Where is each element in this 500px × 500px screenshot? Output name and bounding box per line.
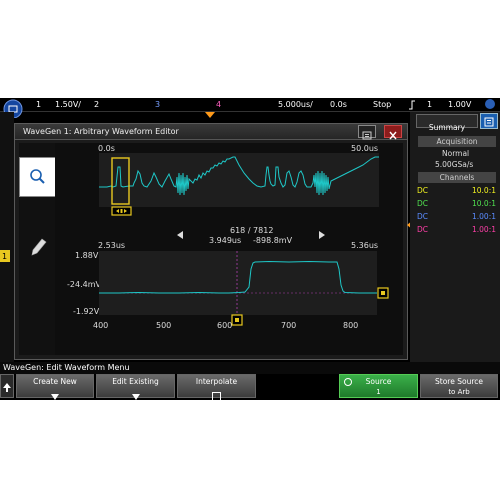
acquisition-mode: Normal: [442, 149, 470, 158]
interpolate-button[interactable]: Interpolate: [177, 374, 256, 400]
magnifier-icon: [30, 169, 45, 184]
source-button[interactable]: Source 1: [339, 374, 418, 398]
svg-text:1: 1: [2, 252, 7, 261]
detail-end-time: 5.36us: [351, 241, 379, 250]
detail-y-bottom: -1.92V: [73, 307, 100, 316]
trigger-level[interactable]: 1.00V: [448, 100, 471, 109]
pencil-icon: [31, 238, 47, 256]
overview-end-time: 50.0us: [351, 144, 379, 153]
down-arrow-icon: [131, 394, 140, 400]
ch4-probe: 1.00:1: [472, 225, 496, 234]
top-status-bar: 1 1.50V/ 2 3 4 5.000us/ 0.0s Stop 1 1.00…: [0, 98, 500, 118]
ch1-scale[interactable]: 1.50V/: [55, 100, 81, 109]
store-source-target: to Arb: [448, 388, 470, 396]
ch1-coupling: DC: [417, 186, 429, 195]
dialog-close-button[interactable]: [384, 125, 402, 140]
ch2-number[interactable]: 2: [94, 100, 99, 109]
menu-title-bar: WaveGen: Edit Waveform Menu: [0, 362, 500, 374]
x-tick-label: 800: [343, 321, 359, 330]
ch4-number[interactable]: 4: [216, 100, 221, 109]
timebase-scale[interactable]: 5.000us/: [278, 100, 313, 109]
time-delay[interactable]: 0.0s: [330, 100, 347, 109]
x-tick-label: 700: [281, 321, 297, 330]
close-icon: [389, 131, 397, 140]
network-icon: [485, 99, 495, 109]
left-strip: 1: [0, 112, 14, 362]
sample-rate: 5.00GSa/s: [435, 160, 474, 169]
create-new-button[interactable]: Create New: [16, 374, 94, 400]
menu-icon: [362, 131, 372, 140]
previous-point-arrow-icon[interactable]: [175, 230, 185, 240]
draw-tool-button[interactable]: [19, 225, 55, 265]
tool-panel: [19, 143, 56, 355]
overview-waveform[interactable]: [99, 153, 379, 207]
edit-existing-label: Edit Existing: [112, 377, 159, 386]
ch2-probe: 10.0:1: [472, 199, 496, 208]
summary-tab[interactable]: Summary: [416, 114, 478, 132]
detail-start-time: 2.53us: [98, 241, 126, 250]
store-source-label: Store Source: [435, 377, 483, 386]
ch1-probe: 10.0:1: [472, 186, 496, 195]
detail-y-mid: -24.4mV: [67, 280, 101, 289]
point-index: 618 / 7812: [230, 226, 274, 235]
menu-title: WaveGen: Edit Waveform Menu: [3, 363, 130, 372]
acquisition-header: Acquisition: [418, 136, 496, 147]
menu-back-button[interactable]: [0, 374, 14, 398]
x-tick-label: 600: [217, 321, 233, 330]
run-state: Stop: [373, 100, 392, 109]
edit-existing-button[interactable]: Edit Existing: [96, 374, 175, 400]
ch4-coupling: DC: [417, 225, 429, 234]
channels-header: Channels: [418, 172, 496, 183]
cursor-time: 3.949us: [209, 236, 242, 245]
dialog-title-bar: WaveGen 1: Arbitrary Waveform Editor: [15, 124, 407, 140]
arbitrary-waveform-editor-dialog: WaveGen 1: Arbitrary Waveform Editor 0.0…: [14, 123, 408, 360]
ch2-coupling: DC: [417, 199, 429, 208]
trigger-position-marker-icon: [205, 112, 215, 118]
ground-marker-icon: 1: [0, 250, 10, 262]
list-icon: [484, 117, 494, 127]
trigger-source: 1: [427, 100, 433, 109]
cursor-voltage: -898.8mV: [253, 236, 293, 245]
up-arrow-icon: [3, 383, 11, 392]
ch3-coupling: DC: [417, 212, 429, 221]
x-tick-label: 400: [93, 321, 109, 330]
overview-scroll-handle[interactable]: [111, 206, 133, 216]
dialog-title: WaveGen 1: Arbitrary Waveform Editor: [23, 127, 179, 136]
down-arrow-icon: [51, 394, 59, 400]
dialog-menu-button[interactable]: [358, 125, 376, 140]
create-new-label: Create New: [33, 377, 77, 386]
x-tick-label: 500: [156, 321, 172, 330]
summary-tab-label: Summary: [428, 123, 466, 132]
next-point-arrow-icon[interactable]: [317, 230, 327, 240]
oscilloscope-screen: 1 1.50V/ 2 3 4 5.000us/ 0.0s Stop 1 1.00…: [0, 98, 500, 400]
ch1-number: 1: [36, 100, 42, 109]
interpolate-label: Interpolate: [195, 377, 238, 386]
interpolate-checkbox[interactable]: [212, 392, 221, 400]
waveform-plot-area: 0.0s 50.0us 618 / 7812 3.949us -898.8mV: [55, 143, 403, 355]
detail-y-top: 1.88V: [75, 251, 99, 260]
ch3-probe: 1.00:1: [472, 212, 496, 221]
zoom-tool-button[interactable]: [19, 157, 56, 197]
summary-panel: Summary Acquisition Normal 5.00GSa/s Cha…: [410, 112, 500, 362]
summary-menu-button[interactable]: [480, 113, 498, 129]
ch3-number[interactable]: 3: [155, 100, 160, 109]
knob-icon: [344, 378, 352, 386]
store-source-button[interactable]: Store Source to Arb: [420, 374, 498, 398]
trigger-edge-icon: [409, 100, 415, 110]
source-value: 1: [376, 388, 381, 396]
overview-start-time: 0.0s: [98, 144, 115, 153]
